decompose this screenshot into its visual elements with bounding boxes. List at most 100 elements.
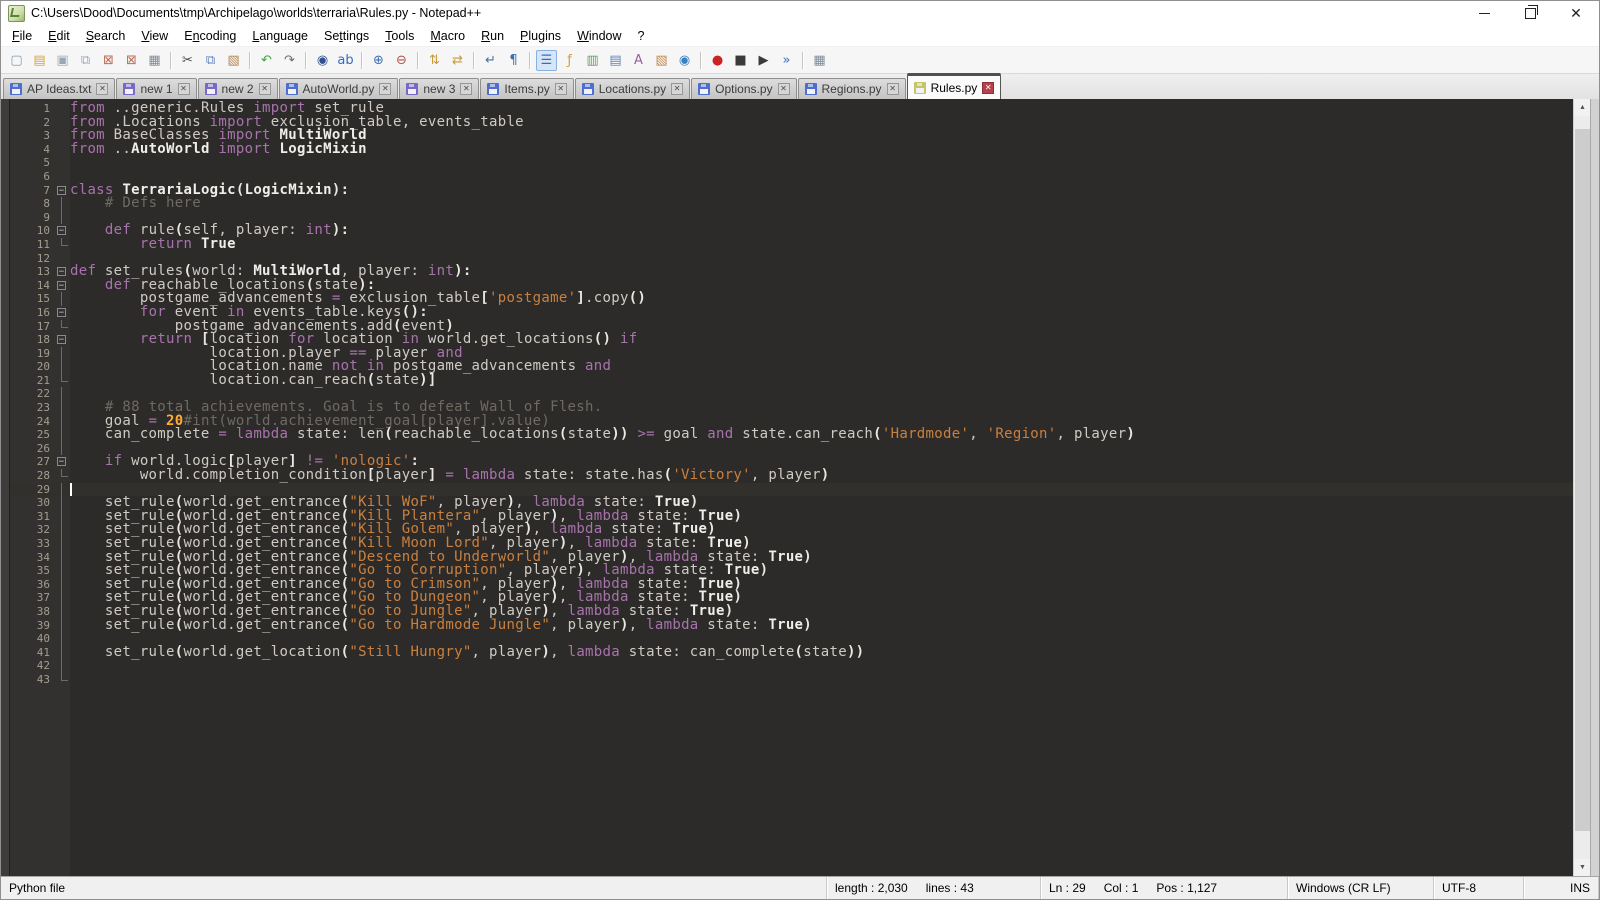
word-wrap-icon[interactable]: ↵ xyxy=(480,50,501,71)
line-number[interactable]: 2 xyxy=(10,116,54,130)
vertical-scrollbar[interactable]: ▲ ▼ xyxy=(1573,99,1591,876)
sync-horizontal-icon[interactable]: ⇄ xyxy=(447,50,468,71)
tab-ap-ideas-txt[interactable]: AP Ideas.txt✕ xyxy=(3,78,115,99)
line-number[interactable]: 39 xyxy=(10,619,54,633)
copy-icon[interactable]: ⧉ xyxy=(200,50,221,71)
save-icon[interactable]: ▣ xyxy=(52,50,73,71)
menu-macro[interactable]: Macro xyxy=(422,27,473,45)
status-insert-mode[interactable]: INS xyxy=(1524,877,1599,899)
line-number[interactable]: 24 xyxy=(10,415,54,429)
menu-settings[interactable]: Settings xyxy=(316,27,377,45)
fold-collapse-icon[interactable] xyxy=(54,184,70,198)
menu-run[interactable]: Run xyxy=(473,27,512,45)
code-line-7[interactable]: 7class TerrariaLogic(LogicMixin): xyxy=(10,184,1581,198)
run-macro-multiple-icon[interactable]: » xyxy=(776,50,797,71)
line-number[interactable]: 13 xyxy=(10,265,54,279)
menu-view[interactable]: View xyxy=(133,27,176,45)
line-number[interactable]: 31 xyxy=(10,510,54,524)
status-encoding[interactable]: UTF-8 xyxy=(1434,877,1524,899)
line-number[interactable]: 20 xyxy=(10,360,54,374)
menu-window[interactable]: Window xyxy=(569,27,629,45)
line-number[interactable]: 3 xyxy=(10,129,54,143)
line-number[interactable]: 8 xyxy=(10,197,54,211)
tab-options-py[interactable]: Options.py✕ xyxy=(691,78,796,99)
menu-[interactable]: ? xyxy=(630,27,653,45)
line-number[interactable]: 19 xyxy=(10,347,54,361)
play-macro-icon[interactable]: ▶ xyxy=(753,50,774,71)
code-line-11[interactable]: 11 return True xyxy=(10,238,1581,252)
fold-collapse-icon[interactable] xyxy=(54,455,70,469)
document-map-icon[interactable]: ▥ xyxy=(582,50,603,71)
find-icon[interactable]: ◉ xyxy=(312,50,333,71)
line-number[interactable]: 7 xyxy=(10,184,54,198)
line-number[interactable]: 14 xyxy=(10,279,54,293)
line-number[interactable]: 17 xyxy=(10,320,54,334)
cut-icon[interactable]: ✂ xyxy=(177,50,198,71)
restore-button[interactable] xyxy=(1507,1,1553,25)
tab-close-icon[interactable]: ✕ xyxy=(887,83,899,95)
close-icon[interactable]: ⊠ xyxy=(98,50,119,71)
line-number[interactable]: 15 xyxy=(10,292,54,306)
sync-vertical-icon[interactable]: ⇅ xyxy=(424,50,445,71)
code-line-39[interactable]: 39 set_rule(world.get_entrance("Go to Ha… xyxy=(10,619,1581,633)
edit-marker-icon[interactable]: A xyxy=(628,50,649,71)
tab-new-2[interactable]: new 2✕ xyxy=(198,78,278,99)
fold-collapse-icon[interactable] xyxy=(54,279,70,293)
line-number[interactable]: 34 xyxy=(10,551,54,565)
line-number[interactable]: 38 xyxy=(10,605,54,619)
line-number[interactable]: 29 xyxy=(10,483,54,497)
tab-close-icon[interactable]: ✕ xyxy=(178,83,190,95)
line-number[interactable]: 11 xyxy=(10,238,54,252)
minimize-button[interactable] xyxy=(1461,1,1507,25)
save-all-icon[interactable]: ⧉ xyxy=(75,50,96,71)
status-eol-format[interactable]: Windows (CR LF) xyxy=(1288,877,1434,899)
tab-rules-py[interactable]: Rules.py✕ xyxy=(907,73,1002,99)
line-number[interactable]: 27 xyxy=(10,455,54,469)
function-list-icon[interactable]: ƒ xyxy=(559,50,580,71)
line-number[interactable]: 9 xyxy=(10,211,54,225)
scroll-down-arrow[interactable]: ▼ xyxy=(1574,859,1591,876)
line-number[interactable]: 21 xyxy=(10,374,54,388)
undo-icon[interactable]: ↶ xyxy=(256,50,277,71)
scroll-up-arrow[interactable]: ▲ xyxy=(1574,99,1591,116)
tab-items-py[interactable]: Items.py✕ xyxy=(480,78,573,99)
line-number[interactable]: 42 xyxy=(10,659,54,673)
line-number[interactable]: 36 xyxy=(10,578,54,592)
line-number[interactable]: 4 xyxy=(10,143,54,157)
line-number[interactable]: 16 xyxy=(10,306,54,320)
close-all-icon[interactable]: ⊠ xyxy=(121,50,142,71)
save-recorded-macro-icon[interactable]: ▦ xyxy=(809,50,830,71)
line-number[interactable]: 25 xyxy=(10,428,54,442)
line-number[interactable]: 41 xyxy=(10,646,54,660)
new-file-icon[interactable]: ▢ xyxy=(6,50,27,71)
replace-icon[interactable]: ab xyxy=(335,50,356,71)
tab-close-icon[interactable]: ✕ xyxy=(379,83,391,95)
monitoring-icon[interactable]: ◉ xyxy=(674,50,695,71)
fold-collapse-icon[interactable] xyxy=(54,265,70,279)
tab-close-icon[interactable]: ✕ xyxy=(96,83,108,95)
fold-collapse-icon[interactable] xyxy=(54,333,70,347)
line-number[interactable]: 26 xyxy=(10,442,54,456)
line-number[interactable]: 32 xyxy=(10,523,54,537)
print-icon[interactable]: ▦ xyxy=(144,50,165,71)
line-number[interactable]: 43 xyxy=(10,673,54,687)
editor-area[interactable]: 1from ..generic.Rules import set_rule2fr… xyxy=(1,99,1599,876)
fold-collapse-icon[interactable] xyxy=(54,224,70,238)
code-line-43[interactable]: 43 xyxy=(10,673,1581,687)
document-list-icon[interactable]: ▤ xyxy=(605,50,626,71)
menu-encoding[interactable]: Encoding xyxy=(176,27,244,45)
line-number[interactable]: 22 xyxy=(10,387,54,401)
zoom-in-icon[interactable]: ⊕ xyxy=(368,50,389,71)
code-line-28[interactable]: 28 world.completion_condition[player] = … xyxy=(10,469,1581,483)
line-number[interactable]: 23 xyxy=(10,401,54,415)
fold-collapse-icon[interactable] xyxy=(54,306,70,320)
paste-icon[interactable]: ▧ xyxy=(223,50,244,71)
menu-edit[interactable]: Edit xyxy=(40,27,78,45)
line-number[interactable]: 35 xyxy=(10,564,54,578)
line-number[interactable]: 10 xyxy=(10,224,54,238)
line-number[interactable]: 33 xyxy=(10,537,54,551)
code-view[interactable]: 1from ..generic.Rules import set_rule2fr… xyxy=(10,99,1581,876)
tab-locations-py[interactable]: Locations.py✕ xyxy=(575,78,690,99)
tab-new-3[interactable]: new 3✕ xyxy=(399,78,479,99)
line-number[interactable]: 40 xyxy=(10,632,54,646)
